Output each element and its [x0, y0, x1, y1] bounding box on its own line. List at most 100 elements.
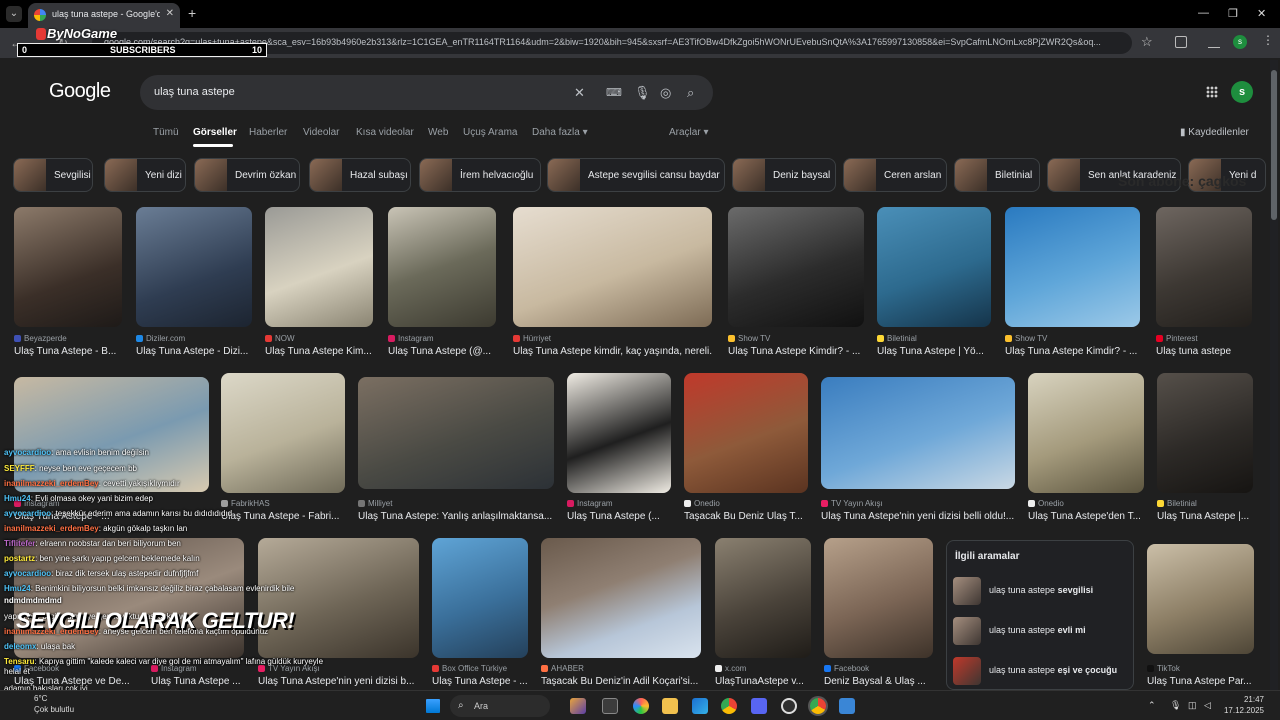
result-title[interactable]: Taşacak Bu Deniz'in Adil Koçari'si... — [541, 676, 701, 687]
result-title[interactable]: Ulaş Tuna Astepe Par... — [1147, 676, 1254, 687]
network-icon[interactable]: ◫ — [1188, 700, 1197, 711]
reading-list-icon[interactable] — [1208, 36, 1220, 48]
scrollbar-thumb[interactable] — [1271, 70, 1277, 220]
chip[interactable]: Sevgilisi — [13, 158, 93, 192]
result-source[interactable]: Biletinial — [877, 334, 991, 343]
search-icon[interactable]: ⌕ — [687, 85, 694, 101]
bookmark-star-icon[interactable]: ☆ — [1141, 34, 1153, 50]
result-thumbnail[interactable] — [14, 207, 122, 327]
saved-link[interactable]: ▮ Kaydedilenler — [1180, 127, 1249, 138]
result-thumbnail[interactable] — [358, 377, 554, 489]
result-thumbnail[interactable] — [1157, 373, 1253, 493]
result-title[interactable]: UlaşTunaAstepe v... — [715, 676, 811, 687]
related-search-item[interactable]: ulaş tuna astepe eşi ve çocuğu — [951, 655, 1131, 687]
tab-videos[interactable]: Videolar — [303, 127, 340, 138]
file-explorer-icon[interactable] — [662, 698, 678, 714]
tab-web[interactable]: Web — [428, 127, 448, 138]
result-title[interactable]: Taşacak Bu Deniz Ulaş T... — [684, 511, 808, 522]
clear-search-icon[interactable]: ✕ — [574, 85, 585, 101]
taskbar-search[interactable]: ⌕ Ara — [450, 695, 550, 717]
tab-close-icon[interactable]: ✕ — [166, 8, 174, 19]
result-title[interactable]: Ulaş Tuna Astepe'nin yeni dizisi b... — [258, 676, 419, 687]
extensions-icon[interactable] — [1175, 36, 1187, 48]
weather-widget[interactable]: 6°C Çok bulutlu — [34, 693, 74, 715]
search-box[interactable]: ulaş tuna astepe ✕ ⌨ 🎙 ◎ ⌕ — [140, 75, 713, 110]
result-thumbnail[interactable] — [513, 207, 712, 327]
browser-menu-icon[interactable]: ⋮ — [1262, 33, 1274, 47]
microphone-icon[interactable]: 🎙 — [634, 85, 651, 101]
result-thumbnail[interactable] — [14, 377, 209, 492]
tools-button[interactable]: Araçlar ▾ — [669, 127, 708, 138]
result-source[interactable]: Onedio — [684, 499, 808, 508]
result-source[interactable]: Onedio — [1028, 499, 1144, 508]
result-title[interactable]: Ulaş Tuna Astepe'den T... — [1028, 511, 1144, 522]
chrome-active-icon[interactable] — [810, 698, 826, 714]
new-tab-button[interactable]: + — [188, 6, 196, 20]
widgets-icon[interactable] — [602, 698, 618, 714]
result-source[interactable]: TikTok — [1147, 664, 1254, 673]
result-thumbnail[interactable] — [1147, 544, 1254, 654]
result-thumbnail[interactable] — [821, 377, 1015, 489]
result-thumbnail[interactable] — [221, 373, 345, 493]
search-input[interactable]: ulaş tuna astepe — [154, 86, 235, 98]
result-title[interactable]: Ulaş Tuna Astepe Kimdir? - ... — [1005, 346, 1140, 357]
tab-more[interactable]: Daha fazla ▾ — [532, 127, 588, 138]
result-title[interactable]: Ulaş Tuna Astepe Kimdir? - ... — [728, 346, 864, 357]
result-source[interactable]: NOW — [265, 334, 373, 343]
discord-icon[interactable] — [751, 698, 767, 714]
result-title[interactable]: Ulaş Tuna Astepe - Dizi... — [136, 346, 252, 357]
result-title[interactable]: Ulaş Tuna Astepe (@... — [388, 346, 496, 357]
chip[interactable]: Biletinial — [954, 158, 1040, 192]
result-title[interactable]: Ulaş Tuna Astepe Kim... — [265, 346, 373, 357]
result-source[interactable]: Show TV — [728, 334, 864, 343]
result-source[interactable]: TV Yayın Akışı — [821, 499, 1015, 508]
tray-chevron-icon[interactable]: ⌃ — [1148, 700, 1156, 711]
result-source[interactable]: Instagram — [388, 334, 496, 343]
google-profile-avatar[interactable]: s — [1231, 81, 1253, 103]
result-source[interactable]: Milliyet — [358, 499, 554, 508]
copilot-icon[interactable] — [633, 698, 649, 714]
result-thumbnail[interactable] — [567, 373, 671, 493]
result-thumbnail[interactable] — [258, 538, 419, 658]
result-title[interactable]: Ulaş Tuna Astepe ... — [151, 676, 251, 687]
tab-flights[interactable]: Uçuş Arama — [463, 127, 517, 138]
result-source[interactable]: Box Office Türkiye — [432, 664, 528, 673]
result-source[interactable]: Show TV — [1005, 334, 1140, 343]
result-thumbnail[interactable] — [541, 538, 701, 658]
result-thumbnail[interactable] — [877, 207, 991, 327]
chip[interactable]: Deniz baysal — [732, 158, 836, 192]
result-thumbnail[interactable] — [728, 207, 864, 327]
microphone-tray-icon[interactable]: 🎙 — [1170, 700, 1181, 711]
result-source[interactable]: Instagram — [567, 499, 671, 508]
windows-start-icon[interactable] — [426, 699, 440, 713]
result-source[interactable]: Diziler.com — [136, 334, 252, 343]
browser-profile-avatar[interactable]: s — [1233, 35, 1247, 49]
maximize-button[interactable]: ❐ — [1228, 7, 1238, 20]
result-thumbnail[interactable] — [136, 207, 252, 327]
result-title[interactable]: Ulaş Tuna Astepe - Fabri... — [221, 511, 345, 522]
result-source[interactable]: FabrikHAS — [221, 499, 345, 508]
result-source[interactable]: x.com — [715, 664, 811, 673]
result-source[interactable]: AHABER — [541, 664, 701, 673]
keyboard-icon[interactable]: ⌨ — [606, 86, 622, 99]
result-source[interactable]: Facebook — [824, 664, 933, 673]
tab-search-button[interactable]: ⌄ — [6, 6, 22, 22]
window-close-button[interactable]: ✕ — [1257, 7, 1266, 20]
result-thumbnail[interactable] — [715, 538, 811, 658]
result-title[interactable]: Ulaş Tuna Astepe - B... — [14, 346, 122, 357]
chip[interactable]: Ceren arslan — [843, 158, 947, 192]
google-apps-icon[interactable] — [1206, 86, 1218, 98]
result-title[interactable]: Deniz Baysal & Ulaş ... — [824, 676, 933, 687]
clock[interactable]: 21:47 17.12.2025 — [1220, 694, 1264, 716]
tab-news[interactable]: Haberler — [249, 127, 287, 138]
result-thumbnail[interactable] — [432, 538, 528, 658]
result-source[interactable]: Biletinial — [1157, 499, 1253, 508]
result-source[interactable]: Beyazperde — [14, 334, 122, 343]
result-source[interactable]: Pinterest — [1156, 334, 1252, 343]
tab-short-videos[interactable]: Kısa videolar — [356, 127, 414, 138]
result-thumbnail[interactable] — [1156, 207, 1252, 327]
volume-icon[interactable]: ◁ — [1204, 700, 1211, 711]
result-thumbnail[interactable] — [1028, 373, 1144, 493]
app-icon[interactable] — [839, 698, 855, 714]
chip[interactable]: Yeni dizi — [104, 158, 186, 192]
